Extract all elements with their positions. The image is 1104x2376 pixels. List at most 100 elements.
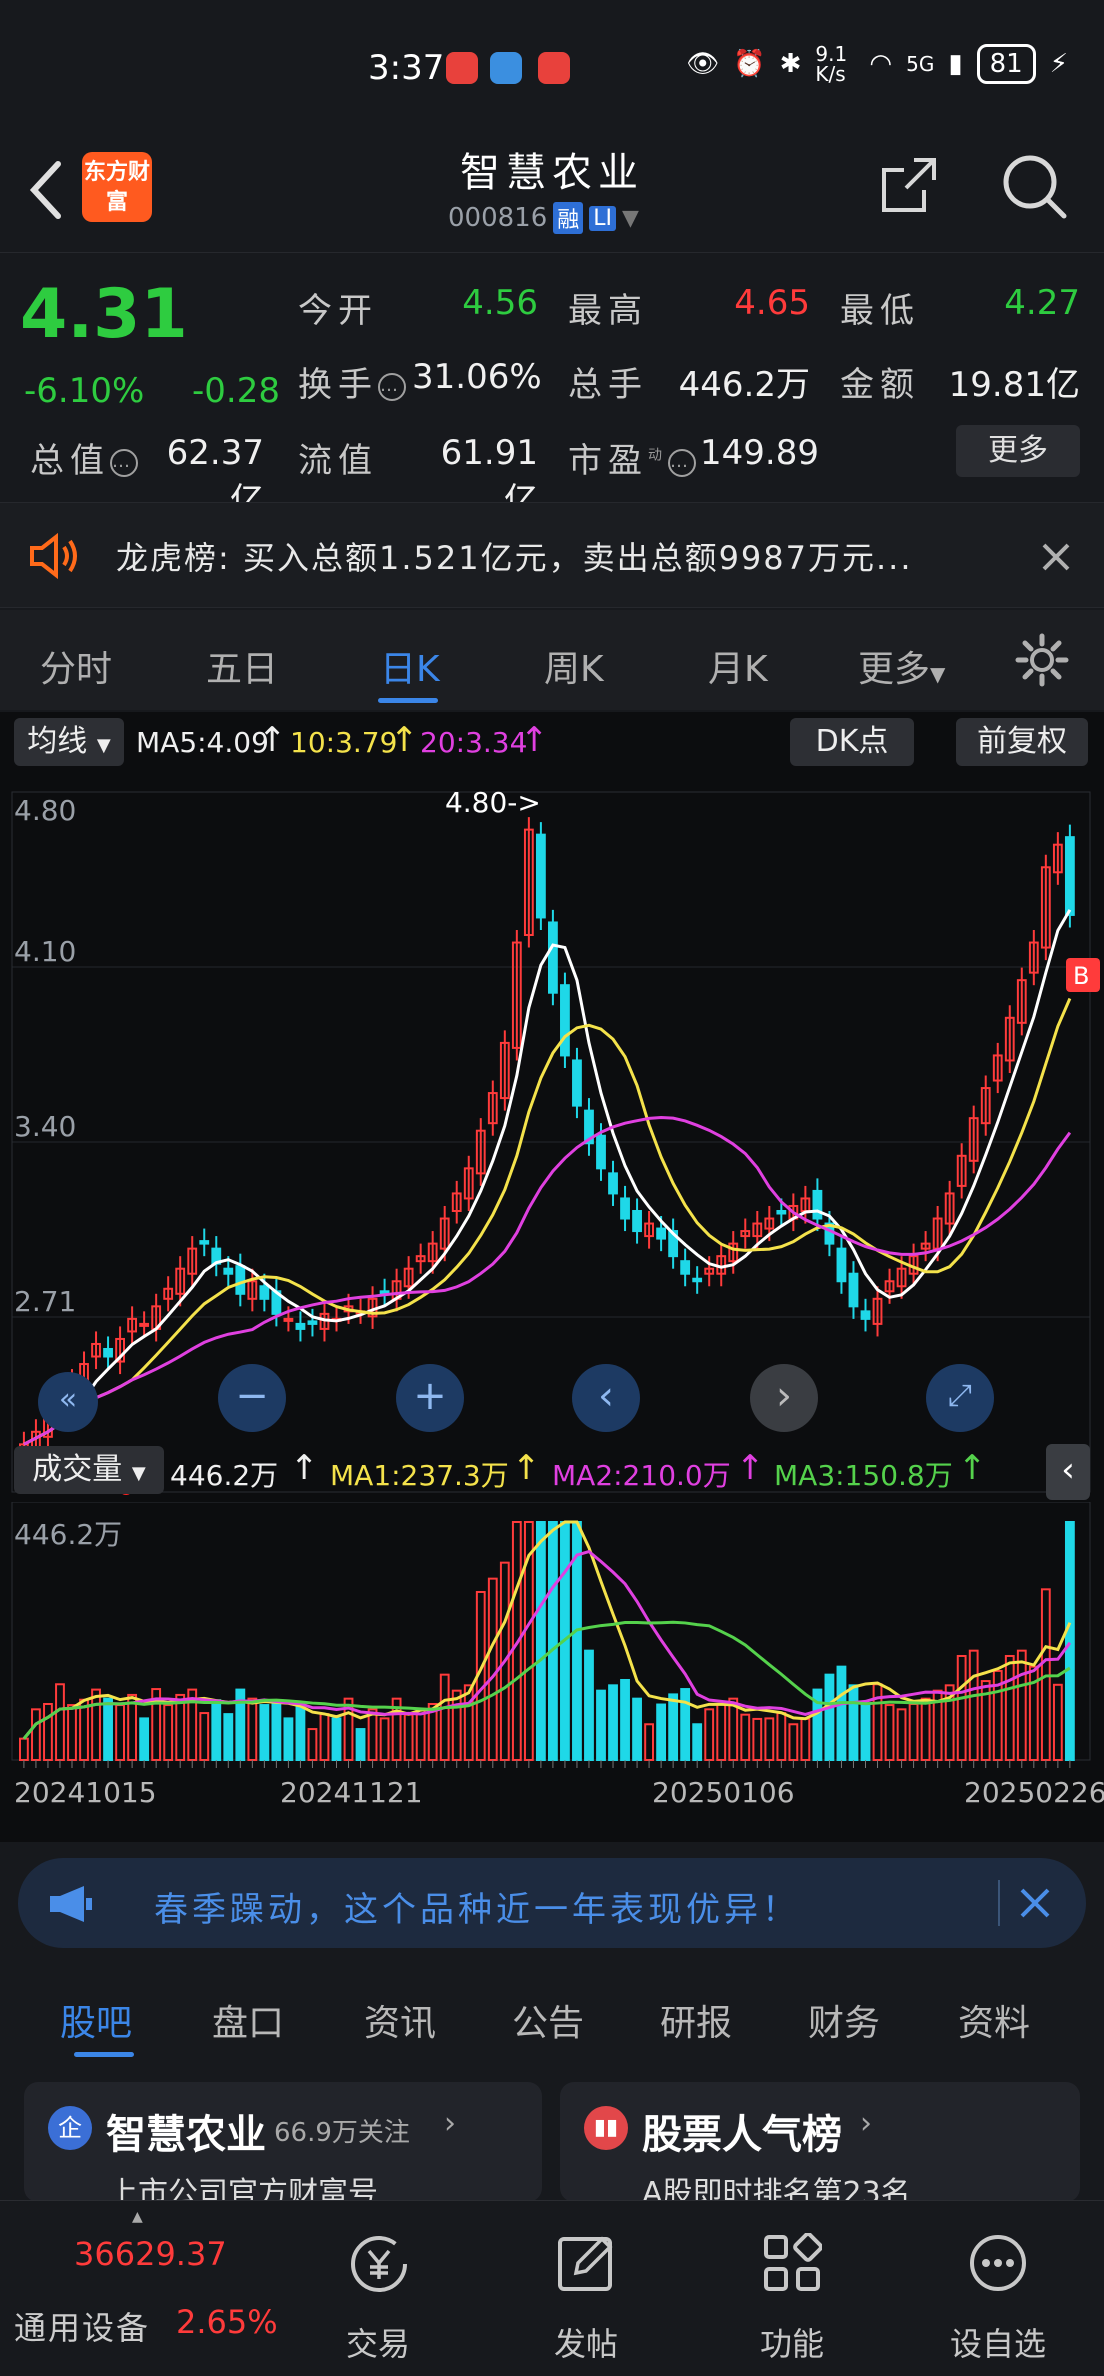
tab-monthly-k[interactable]: 月K	[708, 640, 768, 692]
candle-body	[295, 1322, 306, 1330]
volume-bar	[271, 1703, 282, 1761]
quote-panel: 4.31 -6.10% -0.28 今开 4.56 最高 4.65 最低 4.2…	[0, 252, 1104, 521]
volume-bar	[824, 1673, 835, 1761]
adjust-button[interactable]: 前复权	[956, 718, 1088, 766]
indicator-selector[interactable]: 成交量 ▼	[14, 1446, 164, 1494]
volume-bar	[91, 1688, 101, 1762]
volume-bar	[848, 1684, 859, 1761]
enterprise-icon: 企	[48, 2106, 92, 2150]
gear-icon[interactable]	[1014, 632, 1070, 688]
content-tabs: 股吧 盘口 资讯 公告 研报 财务 资料	[0, 1966, 1104, 2066]
index-name: 通用设备	[14, 2309, 151, 2347]
volume-bar	[668, 1693, 679, 1762]
volume-bar	[19, 1737, 29, 1761]
bar-chart-icon: ▮▮	[584, 2106, 628, 2150]
card-title: 智慧农业	[106, 2112, 266, 2158]
volume-bar	[896, 1708, 907, 1761]
zoom-in-button[interactable]: +	[396, 1364, 464, 1432]
zoom-out-button[interactable]: −	[218, 1364, 286, 1432]
dk-point-button[interactable]: DK点	[790, 718, 914, 766]
volume-value: 446.2万	[170, 1459, 279, 1492]
volume-bar	[680, 1688, 691, 1761]
volume-bar	[728, 1697, 739, 1761]
turnover-label[interactable]: 换手…	[298, 357, 406, 406]
tab-finance[interactable]: 财务	[808, 1994, 880, 2046]
candle-body	[680, 1260, 691, 1275]
nav-post[interactable]: 发帖	[486, 2201, 686, 2376]
volume-bar	[764, 1717, 775, 1761]
stock-code-row[interactable]: 000816 融 LI ▼	[448, 202, 639, 234]
tab-pankou[interactable]: 盘口	[212, 1994, 284, 2046]
y-tick-label: 4.10	[14, 935, 76, 968]
volume-bar	[620, 1678, 630, 1761]
volume-bar	[451, 1689, 462, 1761]
info-icon: …	[668, 448, 696, 477]
candle-body	[692, 1277, 703, 1283]
share-icon[interactable]	[878, 154, 940, 216]
more-button[interactable]: 更多	[956, 425, 1080, 477]
status-icons: 👁 ⏰ ✱ 9.1 K/s ◠ 5G ▮ 81 ⚡	[686, 44, 1068, 84]
stock-code: 000816	[448, 203, 548, 233]
tab-announcements[interactable]: 公告	[512, 1994, 584, 2046]
open-label: 今开	[298, 291, 378, 331]
x-date-label: 20241015	[14, 1776, 157, 1809]
search-icon[interactable]	[1000, 152, 1070, 222]
popularity-rank-card[interactable]: ▮▮ 股票人气榜 › A股即时排名第23名	[560, 2082, 1080, 2202]
tab-daily-k[interactable]: 日K	[380, 640, 440, 692]
bluetooth-icon: ✱	[779, 49, 802, 79]
collapse-left-icon[interactable]: «	[38, 1372, 98, 1432]
volume-bar	[319, 1713, 330, 1761]
close-icon[interactable]	[1040, 541, 1072, 573]
volume-bar	[31, 1708, 41, 1761]
tab-weekly-k[interactable]: 周K	[544, 640, 604, 692]
chevron-down-icon: ▼	[622, 205, 639, 231]
nav-watchlist[interactable]: 设自选	[898, 2201, 1098, 2376]
low-value: 4.27	[1004, 283, 1080, 323]
volume-value: 446.2万	[678, 365, 810, 405]
volume-bar	[463, 1684, 474, 1761]
scroll-right-button[interactable]: ›	[750, 1364, 818, 1432]
volume-chart[interactable]: 446.2万 20241015 20241121 20250106 20250226	[0, 1502, 1104, 1842]
candle-body	[572, 1059, 582, 1107]
vol-ma2-line	[22, 1549, 1072, 1740]
scroll-left-button[interactable]: ‹	[572, 1364, 640, 1432]
volume-bar	[355, 1728, 366, 1762]
ma-selector[interactable]: 均线 ▼	[14, 718, 124, 766]
candle-body	[620, 1197, 630, 1220]
tab-more[interactable]: 更多▼	[858, 640, 945, 692]
change-percent: -6.10%	[24, 371, 145, 411]
promo-banner[interactable]: 春季躁动，这个品种近一年表现优异！	[18, 1858, 1086, 1948]
nav-functions[interactable]: 功能	[692, 2201, 892, 2376]
tab-research[interactable]: 研报	[660, 1994, 732, 2046]
up-arrow-icon: ↑	[736, 1448, 765, 1488]
volume-bar	[211, 1699, 222, 1762]
nav-trade[interactable]: 交易	[278, 2201, 478, 2376]
level-tag: LI	[589, 205, 617, 231]
volume-bar	[608, 1684, 618, 1761]
volume-bar	[788, 1723, 799, 1762]
volume-bar	[487, 1577, 498, 1761]
up-arrow-icon: ↑	[512, 1448, 541, 1488]
volume-max-label: 446.2万	[14, 1518, 122, 1551]
company-account-card[interactable]: 企 智慧农业 66.9万关注 › 上市公司官方财富号	[24, 2082, 542, 2202]
tab-news[interactable]: 资讯	[364, 1994, 436, 2046]
fullscreen-icon[interactable]: ⤢	[926, 1364, 994, 1432]
app-notification-icon	[538, 52, 570, 84]
high-marker: 4.80->	[445, 786, 541, 819]
yen-icon	[351, 2236, 407, 2292]
tab-intraday[interactable]: 分时	[40, 640, 112, 692]
speaker-icon	[30, 533, 77, 579]
notice-bar[interactable]: 龙虎榜: 买入总额1.521亿元，卖出总额9987万元...	[0, 502, 1104, 608]
tab-five-day[interactable]: 五日	[206, 640, 278, 692]
candle-body	[199, 1240, 210, 1245]
tab-profile[interactable]: 资料	[958, 1994, 1030, 2046]
chevron-right-icon: ›	[860, 2106, 872, 2141]
pe-label[interactable]: 市盈动…	[568, 433, 696, 482]
volume-bar	[908, 1702, 919, 1762]
volume-bar	[295, 1702, 306, 1761]
expand-panel-icon[interactable]: ‹	[1046, 1444, 1090, 1500]
tab-guba[interactable]: 股吧	[60, 1994, 132, 2046]
mktcap-label[interactable]: 总值…	[30, 433, 138, 482]
close-icon[interactable]	[1018, 1886, 1052, 1920]
market-index-widget[interactable]: ▲ 36629.37 通用设备 2.65%	[0, 2201, 280, 2376]
